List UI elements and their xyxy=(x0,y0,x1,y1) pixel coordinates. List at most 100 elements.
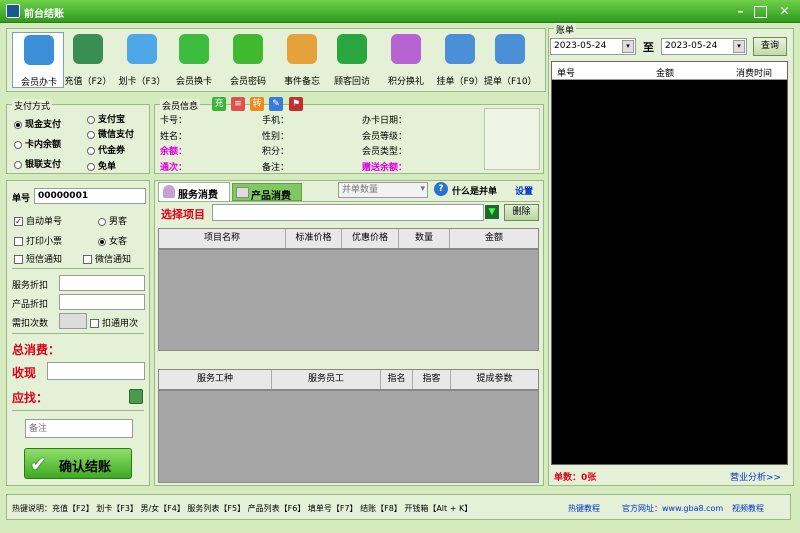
sms-checkbox[interactable]: 短信通知 xyxy=(14,252,62,265)
divider xyxy=(12,410,144,411)
phone-label: 手机： xyxy=(262,116,290,126)
order-no-input[interactable]: 00000001 xyxy=(34,188,146,204)
female-radio[interactable]: 女客 xyxy=(98,234,127,247)
toolbar-label: 挂单（F9） xyxy=(436,77,484,87)
date-from-input[interactable]: 2023-05-24 ▾ xyxy=(550,38,636,55)
deduct-all-checkbox[interactable]: 扣通用次 xyxy=(90,316,138,329)
edit-quick-button[interactable]: ✎ xyxy=(269,97,283,111)
order-no-label: 单号 xyxy=(12,194,31,204)
settings-link[interactable]: 设置 xyxy=(515,184,533,197)
toolbar-button-1[interactable]: 充值（F2） xyxy=(62,32,114,88)
maximize-button[interactable] xyxy=(754,6,767,18)
pay-wechat[interactable]: 微信支付 xyxy=(87,127,134,140)
radio-free[interactable] xyxy=(87,162,95,171)
toolbar-button-2[interactable]: 划卡（F3） xyxy=(116,32,168,88)
col-service-type[interactable]: 服务工种 xyxy=(159,370,272,389)
total-label: 总消费： xyxy=(12,343,61,357)
col-amount[interactable]: 金额 xyxy=(450,229,538,248)
pay-voucher[interactable]: 代金券 xyxy=(87,143,125,156)
wechat-checkbox[interactable]: 微信通知 xyxy=(83,252,131,265)
col-commission[interactable]: 提成参数 xyxy=(451,370,538,389)
collect-input[interactable] xyxy=(47,362,145,380)
pay-cash[interactable]: 现金支付 xyxy=(14,117,61,130)
tab-service[interactable]: 服务消费 xyxy=(158,182,230,201)
remark-input[interactable] xyxy=(25,419,133,438)
col-staff[interactable]: 服务员工 xyxy=(272,370,381,389)
balance-label: 余额： xyxy=(160,147,188,157)
male-radio[interactable]: 男客 xyxy=(98,214,127,227)
col-ledger-amount[interactable]: 金额 xyxy=(656,66,674,79)
hang-order-icon xyxy=(445,34,475,64)
toolbar-button-4[interactable]: 会员密码 xyxy=(222,32,274,88)
calculator-icon[interactable] xyxy=(129,389,143,404)
col-designated[interactable]: 指名 xyxy=(381,370,413,389)
col-ledger-no[interactable]: 单号 xyxy=(557,66,575,79)
col-guest[interactable]: 指客 xyxy=(413,370,451,389)
toolbar-button-8[interactable]: 挂单（F9） xyxy=(434,32,486,88)
toolbar-label: 事件备忘 xyxy=(283,77,320,87)
radio-wechat[interactable] xyxy=(87,130,95,139)
recharge-quick-button[interactable]: 充 xyxy=(212,97,226,111)
toolbar-button-5[interactable]: 事件备忘 xyxy=(276,32,328,88)
pay-free[interactable]: 免单 xyxy=(87,159,116,172)
radio-card-balance[interactable] xyxy=(14,140,22,149)
auto-no-checkbox[interactable]: ✓ 自动单号 xyxy=(14,214,62,227)
radio-voucher[interactable] xyxy=(87,146,95,155)
radio-alipay[interactable] xyxy=(87,115,95,124)
divider xyxy=(158,201,540,202)
confirm-checkout-button[interactable]: ✔ 确认结账 xyxy=(24,448,132,479)
tab-product-label: 产品消费 xyxy=(251,191,291,202)
close-button[interactable]: ✕ xyxy=(776,3,793,20)
merge-count-select[interactable]: 并单数量 ▾ xyxy=(338,182,428,198)
ledger-header: 单号 金额 消费时间 xyxy=(552,62,787,80)
what-is-merge-link[interactable]: 什么是并单 xyxy=(452,184,497,197)
business-analysis-link[interactable]: 营业分析>> xyxy=(730,470,781,483)
calendar-icon[interactable]: ▾ xyxy=(733,40,745,53)
minimize-button[interactable]: – xyxy=(732,3,749,20)
col-ledger-time[interactable]: 消费时间 xyxy=(736,66,772,79)
pay-unionpay[interactable]: 银联支付 xyxy=(14,157,61,170)
hotkey-tutorial-link[interactable]: 热键教程 xyxy=(568,503,600,514)
video-tutorial-link[interactable]: 视频教程 xyxy=(732,503,764,514)
flag-quick-button[interactable]: ⚑ xyxy=(289,97,303,111)
pay-card-balance[interactable]: 卡内余额 xyxy=(14,137,61,150)
staff-table-body[interactable] xyxy=(158,390,539,483)
radio-unionpay[interactable] xyxy=(14,160,22,169)
help-icon[interactable]: ? xyxy=(434,182,448,196)
website-link[interactable]: 官方网址：www.gba8.com xyxy=(622,503,723,514)
ledger-table[interactable]: 单号 金额 消费时间 xyxy=(551,61,788,465)
toolbar-button-3[interactable]: 会员换卡 xyxy=(168,32,220,88)
col-qty[interactable]: 数量 xyxy=(399,229,450,248)
items-table-body[interactable] xyxy=(158,249,539,351)
product-icon xyxy=(236,187,249,198)
tab-product[interactable]: 产品消费 xyxy=(232,183,302,202)
toolbar-button-9[interactable]: 提单（F10） xyxy=(484,32,537,88)
app-icon xyxy=(6,4,20,18)
select-item-input[interactable] xyxy=(212,204,484,221)
staff-table-header: 服务工种 服务员工 指名 指客 提成参数 xyxy=(158,369,539,390)
print-checkbox[interactable]: 打印小票 xyxy=(14,234,62,247)
divider xyxy=(12,333,144,334)
toolbar-button-0[interactable]: 会员办卡 xyxy=(12,32,64,88)
product-discount-input[interactable] xyxy=(59,294,145,310)
toolbar-button-7[interactable]: 积分换礼 xyxy=(380,32,432,88)
card-no-label: 卡号： xyxy=(160,116,188,126)
col-item-name[interactable]: 项目名称 xyxy=(159,229,286,248)
issue-date-label: 办卡日期： xyxy=(362,116,408,126)
radio-cash[interactable] xyxy=(14,120,22,129)
calendar-icon[interactable]: ▾ xyxy=(622,40,634,53)
list-quick-button[interactable]: ≡ xyxy=(231,97,245,111)
toolbar-button-6[interactable]: 顾客回访 xyxy=(326,32,378,88)
date-to-input[interactable]: 2023-05-24 ▾ xyxy=(661,38,747,55)
col-std-price[interactable]: 标准价格 xyxy=(286,229,342,248)
tab-service-label: 服务消费 xyxy=(178,190,218,201)
deduct-times-input[interactable] xyxy=(59,313,87,329)
service-discount-input[interactable] xyxy=(59,275,145,291)
query-button[interactable]: 查询 xyxy=(753,37,787,56)
pay-alipay[interactable]: 支付宝 xyxy=(87,112,125,125)
dropdown-arrow-icon[interactable]: ▼ xyxy=(485,205,499,219)
col-disc-price[interactable]: 优惠价格 xyxy=(342,229,399,248)
points-label: 积分： xyxy=(262,147,290,157)
transfer-quick-button[interactable]: 转 xyxy=(250,97,264,111)
delete-button[interactable]: 删除 xyxy=(504,204,539,221)
